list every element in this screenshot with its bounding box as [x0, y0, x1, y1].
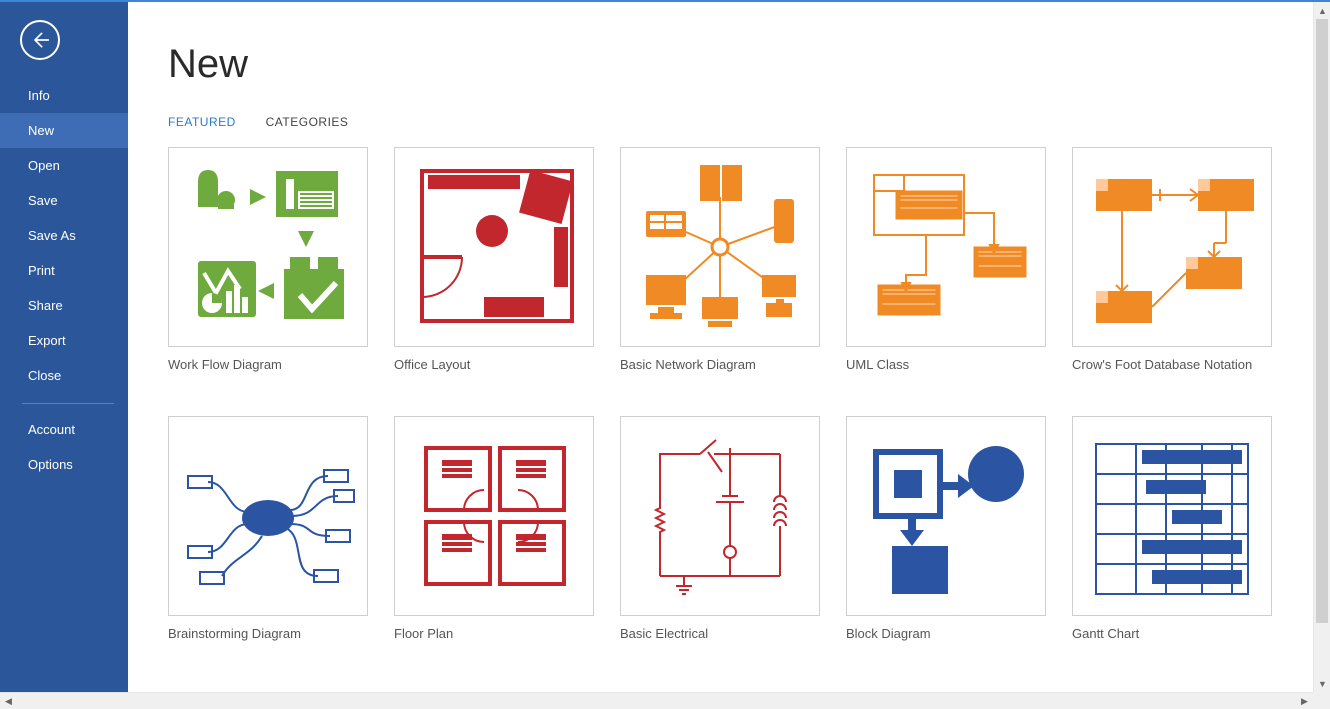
template-floorplan-label: Floor Plan	[394, 626, 620, 641]
template-brainstorm-thumb[interactable]	[168, 416, 368, 616]
template-gantt: Gantt Chart	[1072, 416, 1298, 641]
template-network-label: Basic Network Diagram	[620, 357, 846, 372]
template-workflow-thumb[interactable]	[168, 147, 368, 347]
crowsfoot-icon	[1082, 157, 1262, 337]
scroll-right-icon[interactable]: ▶	[1296, 693, 1313, 709]
back-button[interactable]	[20, 20, 60, 60]
template-brainstorm: Brainstorming Diagram	[168, 416, 394, 641]
scroll-down-icon[interactable]: ▼	[1314, 675, 1330, 692]
app-window: Visio Professional Info New Open Save Sa…	[0, 0, 1330, 709]
block-diagram-icon	[856, 426, 1036, 606]
scroll-left-icon[interactable]: ◀	[0, 693, 17, 709]
template-grid: Work Flow Diagram	[168, 147, 1313, 641]
nav-info[interactable]: Info	[0, 78, 128, 113]
nav-close[interactable]: Close	[0, 358, 128, 393]
nav-save[interactable]: Save	[0, 183, 128, 218]
nav-options[interactable]: Options	[0, 447, 128, 482]
nav-account[interactable]: Account	[0, 412, 128, 447]
template-uml-thumb[interactable]	[846, 147, 1046, 347]
nav-new[interactable]: New	[0, 113, 128, 148]
template-floorplan-thumb[interactable]	[394, 416, 594, 616]
template-block: Block Diagram	[846, 416, 1072, 641]
template-office-thumb[interactable]	[394, 147, 594, 347]
template-crowsfoot: Crow's Foot Database Notation	[1072, 147, 1298, 372]
workflow-icon	[178, 157, 358, 337]
brainstorm-icon	[178, 426, 358, 606]
electrical-icon	[630, 426, 810, 606]
nav-open[interactable]: Open	[0, 148, 128, 183]
nav-print[interactable]: Print	[0, 253, 128, 288]
template-electrical-label: Basic Electrical	[620, 626, 846, 641]
template-gantt-thumb[interactable]	[1072, 416, 1272, 616]
template-block-label: Block Diagram	[846, 626, 1072, 641]
template-office: Office Layout	[394, 147, 620, 372]
nav-separator	[22, 403, 114, 404]
vscroll-track[interactable]	[1314, 19, 1330, 675]
tab-featured[interactable]: FEATURED	[168, 115, 236, 129]
template-gantt-label: Gantt Chart	[1072, 626, 1298, 641]
uml-class-icon	[856, 157, 1036, 337]
template-tabs: FEATURED CATEGORIES	[168, 115, 1313, 129]
template-network: Basic Network Diagram	[620, 147, 846, 372]
nav-save-as[interactable]: Save As	[0, 218, 128, 253]
tab-categories[interactable]: CATEGORIES	[266, 115, 349, 129]
backstage-sidebar: Info New Open Save Save As Print Share E…	[0, 2, 128, 692]
template-floorplan: Floor Plan	[394, 416, 620, 641]
scroll-up-icon[interactable]: ▲	[1314, 2, 1330, 19]
template-electrical: Basic Electrical	[620, 416, 846, 641]
template-uml-label: UML Class	[846, 357, 1072, 372]
page-title: New	[168, 42, 1313, 87]
template-brainstorm-label: Brainstorming Diagram	[168, 626, 394, 641]
vscroll-thumb[interactable]	[1316, 19, 1328, 623]
horizontal-scrollbar[interactable]: ◀ ▶	[0, 692, 1313, 709]
template-electrical-thumb[interactable]	[620, 416, 820, 616]
template-network-thumb[interactable]	[620, 147, 820, 347]
gantt-icon	[1082, 426, 1262, 606]
template-block-thumb[interactable]	[846, 416, 1046, 616]
template-crowsfoot-label: Crow's Foot Database Notation	[1072, 357, 1298, 372]
floorplan-icon	[404, 426, 584, 606]
nav-export[interactable]: Export	[0, 323, 128, 358]
main-panel: New FEATURED CATEGORIES	[128, 2, 1313, 692]
template-uml: UML Class	[846, 147, 1072, 372]
vertical-scrollbar[interactable]: ▲ ▼	[1313, 2, 1330, 692]
scroll-corner	[1313, 692, 1330, 709]
back-arrow-icon	[30, 30, 50, 50]
nav-share[interactable]: Share	[0, 288, 128, 323]
template-office-label: Office Layout	[394, 357, 620, 372]
template-workflow-label: Work Flow Diagram	[168, 357, 394, 372]
office-layout-icon	[404, 157, 584, 337]
template-workflow: Work Flow Diagram	[168, 147, 394, 372]
network-icon	[630, 157, 810, 337]
template-crowsfoot-thumb[interactable]	[1072, 147, 1272, 347]
